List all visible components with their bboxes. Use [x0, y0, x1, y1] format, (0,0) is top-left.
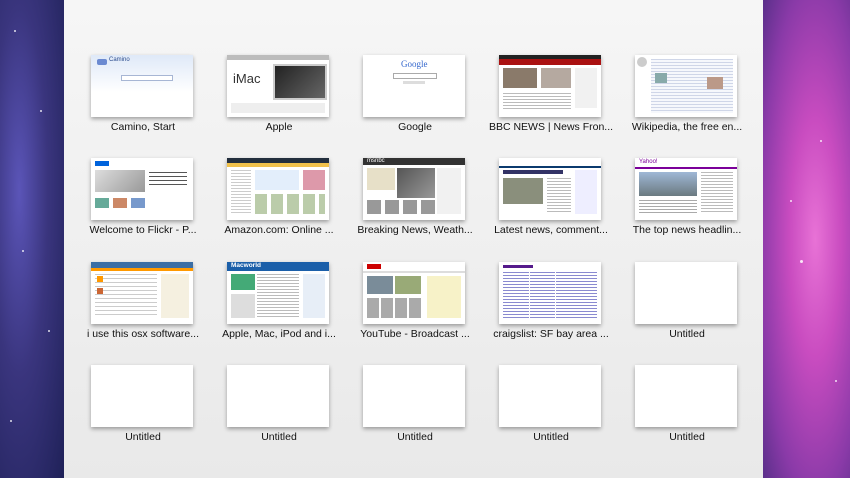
tile-label: i use this osx software... — [86, 328, 200, 340]
tile-apple[interactable]: iMac Apple — [214, 55, 344, 149]
tile-untitled[interactable]: Untitled — [78, 365, 208, 459]
thumb-caption: iMac — [233, 71, 261, 86]
tile-flickr[interactable]: Welcome to Flickr - P... — [78, 158, 208, 252]
page-thumbnail: Yahoo! — [635, 158, 737, 220]
page-thumbnail — [363, 365, 465, 427]
tile-bbc-news[interactable]: BBC NEWS | News Fron... — [486, 55, 616, 149]
page-thumbnail: iMac — [227, 55, 329, 117]
page-thumbnail: Macworld — [227, 262, 329, 324]
tile-untitled[interactable]: Untitled — [622, 365, 752, 459]
thumb-caption: Macworld — [231, 262, 261, 269]
page-thumbnail — [499, 55, 601, 117]
tile-untitled[interactable]: Untitled — [486, 365, 616, 459]
page-thumbnail — [363, 262, 465, 324]
star — [800, 260, 803, 263]
tile-untitled[interactable]: Untitled — [350, 365, 480, 459]
tile-label: Latest news, comment... — [494, 224, 608, 236]
thumb-caption: Yahoo! — [639, 159, 658, 165]
page-thumbnail — [635, 365, 737, 427]
thumb-caption: Camino — [109, 57, 130, 63]
top-sites-grid: Camino Camino, Start iMac Apple Google G… — [64, 0, 763, 478]
tile-amazon[interactable]: Amazon.com: Online ... — [214, 158, 344, 252]
tile-untitled[interactable]: Untitled — [214, 365, 344, 459]
page-thumbnail — [499, 262, 601, 324]
star — [48, 330, 50, 332]
tile-label: Breaking News, Weath... — [357, 224, 473, 236]
thumb-caption: Google — [401, 59, 428, 69]
tile-label: Wikipedia, the free en... — [631, 121, 743, 133]
tile-label: Untitled — [669, 328, 705, 340]
tile-label: YouTube - Broadcast ... — [360, 328, 470, 340]
star — [10, 420, 12, 422]
desktop-background-left — [0, 0, 64, 478]
page-thumbnail — [499, 158, 601, 220]
star — [14, 30, 16, 32]
tile-label: Apple, Mac, iPod and i... — [222, 328, 336, 340]
tile-label: Welcome to Flickr - P... — [89, 224, 197, 236]
tile-label: Apple — [265, 121, 293, 133]
tile-untitled[interactable]: Untitled — [622, 262, 752, 356]
tile-label: Untitled — [533, 431, 569, 443]
tile-wikipedia[interactable]: Wikipedia, the free en... — [622, 55, 752, 149]
tile-guardian[interactable]: Latest news, comment... — [486, 158, 616, 252]
tile-i-use-this[interactable]: i use this osx software... — [78, 262, 208, 356]
tile-label: Untitled — [669, 431, 705, 443]
star — [835, 380, 837, 382]
star — [820, 140, 822, 142]
page-thumbnail — [499, 365, 601, 427]
page-thumbnail: Google — [363, 55, 465, 117]
tile-label: BBC NEWS | News Fron... — [488, 121, 614, 133]
tile-label: craigslist: SF bay area ... — [493, 328, 609, 340]
tile-yahoo-news[interactable]: Yahoo! The top news headlin... — [622, 158, 752, 252]
tile-label: Google — [398, 121, 432, 133]
page-thumbnail: msnbc — [363, 158, 465, 220]
tile-google[interactable]: Google Google — [350, 55, 480, 149]
top-sites-panel: Camino Camino, Start iMac Apple Google G… — [64, 0, 763, 478]
star — [40, 110, 42, 112]
star — [22, 250, 24, 252]
tile-label: Untitled — [125, 431, 161, 443]
page-thumbnail — [635, 262, 737, 324]
page-thumbnail — [227, 365, 329, 427]
page-thumbnail — [227, 158, 329, 220]
desktop-background-right — [763, 0, 850, 478]
star — [790, 200, 792, 202]
tile-craigslist[interactable]: craigslist: SF bay area ... — [486, 262, 616, 356]
tile-label: The top news headlin... — [632, 224, 742, 236]
tile-youtube[interactable]: YouTube - Broadcast ... — [350, 262, 480, 356]
page-thumbnail: Camino — [91, 55, 193, 117]
page-thumbnail — [91, 158, 193, 220]
page-thumbnail — [635, 55, 737, 117]
thumb-caption: msnbc — [367, 158, 385, 164]
page-thumbnail — [91, 262, 193, 324]
tile-label: Amazon.com: Online ... — [224, 224, 334, 236]
tile-macworld[interactable]: Macworld Apple, Mac, iPod and i... — [214, 262, 344, 356]
tile-label: Camino, Start — [110, 121, 176, 133]
tile-msnbc[interactable]: msnbc Breaking News, Weath... — [350, 158, 480, 252]
page-thumbnail — [91, 365, 193, 427]
tile-label: Untitled — [261, 431, 297, 443]
tile-camino-start[interactable]: Camino Camino, Start — [78, 55, 208, 149]
tile-label: Untitled — [397, 431, 433, 443]
